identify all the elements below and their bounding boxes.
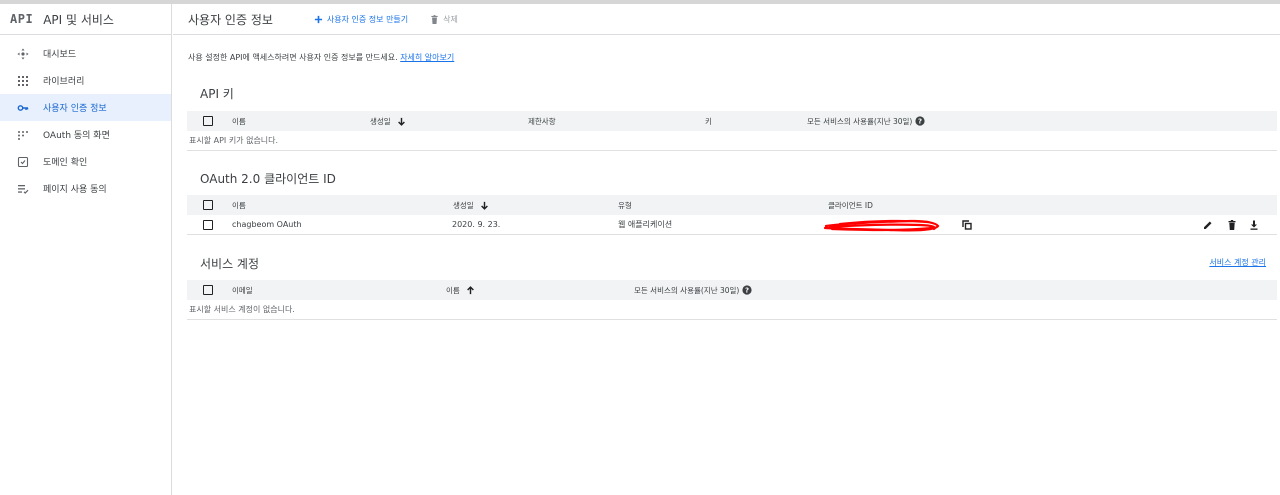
column-header-email[interactable]: 이메일 [232,285,253,296]
sidebar-item-label: OAuth 동의 화면 [43,131,110,141]
column-header-label: 모든 서비스의 사용률(지난 30일) [807,116,913,126]
redacted-client-id [820,215,942,237]
column-header-name[interactable]: 이름 [232,116,246,127]
sidebar-item-label: 페이지 사용 동의 [43,185,107,195]
sidebar-item-dashboard[interactable]: 대시보드 [0,40,171,67]
intro-text: 사용 설정한 API에 액세스하려면 사용자 인증 정보를 만드세요. 자세히 … [188,52,454,63]
column-header-created[interactable]: 생성일 [370,116,406,127]
empty-row: 표시할 서비스 계정이 없습니다. [187,300,1277,320]
column-header-label: 생성일 [453,200,474,210]
client-type: 웹 애플리케이션 [618,220,673,229]
service-accounts-table: 이메일 이름 모든 서비스의 사용률(지난 30일) ? 표시할 서비스 계정이… [187,280,1277,320]
sidebar-item-label: 도메인 확인 [43,158,88,168]
arrow-down-icon [397,117,406,126]
domain-verification-icon [17,156,29,168]
sidebar-header: API API 및 서비스 [0,4,171,35]
intro-description: 사용 설정한 API에 액세스하려면 사용자 인증 정보를 만드세요. [188,53,398,62]
delete-label: 삭제 [443,14,458,24]
column-header-usage: 모든 서비스의 사용률(지난 30일) ? [807,116,925,127]
edit-icon[interactable] [1203,220,1213,230]
manage-service-accounts-link[interactable]: 서비스 계정 관리 [1209,257,1266,268]
column-header-label: 모든 서비스의 사용률(지난 30일) [634,285,740,295]
oauth-title: OAuth 2.0 클라이언트 ID [200,172,336,186]
column-header-restrictions: 제한사항 [528,116,556,126]
delete-button[interactable]: 삭제 [430,14,458,25]
page-usage-icon [17,183,29,195]
create-credentials-label: 사용자 인증 정보 만들기 [326,14,409,24]
sidebar-item-label: 대시보드 [43,50,77,60]
empty-message: 표시할 API 키가 없습니다. [189,136,279,145]
column-header-key: 키 [705,116,712,126]
table-header: 이름 생성일 제한사항 키 모든 서비스의 사용률(지난 30일) ? [187,111,1277,131]
column-header-client-id: 클라이언트 ID [828,200,873,210]
arrow-down-icon [480,201,489,210]
page-header: 사용자 인증 정보 사용자 인증 정보 만들기 삭제 [173,4,1280,35]
help-icon[interactable]: ? [742,285,752,295]
table-header: 이름 생성일 유형 클라이언트 ID [187,195,1277,215]
column-header-usage: 모든 서비스의 사용률(지난 30일) ? [634,285,752,296]
api-keys-title: API 키 [200,87,234,101]
sidebar-item-page-usage[interactable]: 페이지 사용 동의 [0,175,171,202]
column-header-type[interactable]: 유형 [618,200,632,211]
column-header-name[interactable]: 이름 [232,200,246,211]
sidebar-item-library[interactable]: 라이브러리 [0,67,171,94]
sidebar-item-label: 라이브러리 [43,77,85,87]
empty-message: 표시할 서비스 계정이 없습니다. [189,305,295,314]
key-icon [17,102,29,114]
download-icon[interactable] [1249,220,1259,230]
library-icon [17,75,29,87]
oauth-table: 이름 생성일 유형 클라이언트 ID chagbeom OAuth 2020. … [187,195,1277,235]
svg-text:?: ? [745,287,749,295]
select-all-checkbox[interactable] [203,285,213,295]
dashboard-icon [17,48,29,60]
sidebar-item-oauth-consent[interactable]: OAuth 동의 화면 [0,121,171,148]
table-row[interactable]: chagbeom OAuth 2020. 9. 23. 웹 애플리케이션 [187,215,1277,235]
arrow-up-icon [466,285,475,295]
trash-icon[interactable] [1227,220,1237,230]
service-accounts-title: 서비스 계정 [200,257,260,271]
copy-icon[interactable] [962,220,972,230]
column-header-name[interactable]: 이름 [446,285,475,296]
sidebar: API API 및 서비스 대시보드 라이브러리 사용자 인증 정보 OAuth… [0,4,172,495]
column-header-label: 생성일 [370,116,391,126]
api-keys-table: 이름 생성일 제한사항 키 모든 서비스의 사용률(지난 30일) ? 표시할 … [187,111,1277,151]
sidebar-item-credentials[interactable]: 사용자 인증 정보 [0,94,171,121]
select-all-checkbox[interactable] [203,200,213,210]
created-date: 2020. 9. 23. [452,220,501,229]
select-all-checkbox[interactable] [203,116,213,126]
client-name[interactable]: chagbeom OAuth [232,220,302,229]
api-logo: API [10,12,34,26]
sidebar-item-domain-verification[interactable]: 도메인 확인 [0,148,171,175]
sidebar-item-label: 사용자 인증 정보 [43,104,107,114]
app-title: API 및 서비스 [43,12,114,27]
trash-icon [430,14,439,24]
sidebar-nav: 대시보드 라이브러리 사용자 인증 정보 OAuth 동의 화면 도메인 확인 [0,35,171,202]
add-icon [314,15,323,24]
column-header-created[interactable]: 생성일 [453,200,489,211]
learn-more-link[interactable]: 자세히 알아보기 [400,53,454,62]
empty-row: 표시할 API 키가 없습니다. [187,131,1277,151]
svg-text:?: ? [918,118,922,126]
help-icon[interactable]: ? [915,116,925,126]
row-checkbox[interactable] [203,219,213,230]
table-header: 이메일 이름 모든 서비스의 사용률(지난 30일) ? [187,280,1277,300]
create-credentials-button[interactable]: 사용자 인증 정보 만들기 [314,14,408,25]
page-title: 사용자 인증 정보 [188,12,273,27]
oauth-consent-icon [17,129,29,141]
column-header-label: 이름 [446,285,460,295]
